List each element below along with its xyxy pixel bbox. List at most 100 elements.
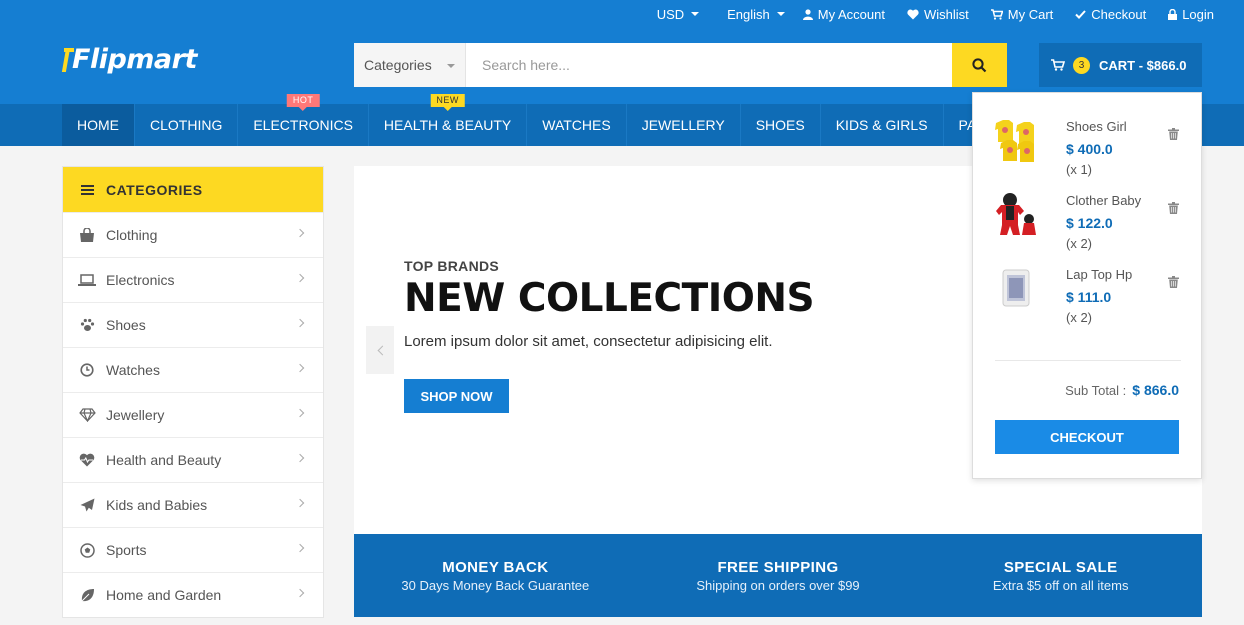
sidebar-item-clothing[interactable]: Clothing <box>63 212 323 257</box>
sidebar-item-kids-babies[interactable]: Kids and Babies <box>63 482 323 527</box>
trash-icon[interactable] <box>1168 275 1179 293</box>
hero-description: Lorem ipsum dolor sit amet, consectetur … <box>404 333 773 350</box>
checkout-button[interactable]: CHECKOUT <box>995 420 1179 454</box>
search-button[interactable] <box>952 43 1007 87</box>
nav-item-label: SHOES <box>755 117 805 133</box>
nav-item-electronics[interactable]: HOT ELECTRONICS <box>238 94 369 146</box>
cart-item-qty: (x 2) <box>1066 236 1092 251</box>
my-account-label: My Account <box>817 6 885 22</box>
cart-item-name[interactable]: Clother Baby <box>1066 193 1141 208</box>
cart-item-qty: (x 2) <box>1066 310 1092 325</box>
subtotal: Sub Total : $ 866.0 <box>1065 382 1179 398</box>
checkout-link[interactable]: Checkout <box>1075 7 1146 22</box>
sidebar-item-watches[interactable]: Watches <box>63 347 323 392</box>
cart-item-name[interactable]: Shoes Girl <box>1066 119 1127 134</box>
chevron-down-icon <box>447 64 455 68</box>
product-thumbnail-lap-top-hp[interactable] <box>993 265 1039 311</box>
sidebar-item-label: Health and Beauty <box>106 452 222 468</box>
language-select[interactable]: English <box>727 7 785 22</box>
product-thumbnail-shoes-girl[interactable] <box>993 117 1039 163</box>
logo-text: Flipmart <box>72 44 197 75</box>
cart-count-badge: 3 <box>1073 56 1090 74</box>
product-thumbnail-clother-baby[interactable] <box>993 191 1039 237</box>
shopping-bag-icon <box>77 227 97 243</box>
nav-item-clothing[interactable]: CLOTHING <box>135 104 239 146</box>
nav-item-health-beauty[interactable]: NEW HEALTH & BEAUTY <box>369 94 528 146</box>
wishlist-label: Wishlist <box>923 6 969 22</box>
search-bar: Categories <box>354 43 1007 87</box>
info-title: FREE SHIPPING <box>717 558 839 576</box>
chevron-right-icon <box>295 408 305 418</box>
cart-item-price: $ 400.0 <box>1066 141 1113 157</box>
cart-item: Clother Baby $ 122.0 (x 2) <box>973 189 1203 259</box>
chevron-right-icon <box>295 498 305 508</box>
sidebar-item-label: Shoes <box>106 317 146 333</box>
sidebar-item-home-garden[interactable]: Home and Garden <box>63 572 323 617</box>
chevron-down-icon <box>776 12 785 16</box>
sidebar-item-electronics[interactable]: Electronics <box>63 257 323 302</box>
cart-item-name[interactable]: Lap Top Hp <box>1066 267 1132 282</box>
chevron-right-icon <box>295 228 305 238</box>
sidebar-item-label: Watches <box>106 362 160 378</box>
chevron-right-icon <box>295 588 305 598</box>
hero-title: NEW COLLECTIONS <box>404 276 815 321</box>
lock-icon <box>1168 8 1178 20</box>
heart-icon <box>907 9 919 20</box>
my-cart-link[interactable]: My Cart <box>990 6 1054 22</box>
new-tag: NEW <box>430 94 465 111</box>
divider <box>995 360 1181 361</box>
leaf-icon <box>77 588 97 603</box>
subtotal-label: Sub Total : <box>1065 383 1127 398</box>
subtotal-value: $ 866.0 <box>1132 382 1179 398</box>
chevron-left-icon <box>377 345 387 355</box>
nav-item-watches[interactable]: WATCHES <box>527 104 627 146</box>
user-icon <box>802 8 813 20</box>
sidebar-item-jewellery[interactable]: Jewellery <box>63 392 323 437</box>
chevron-right-icon <box>295 363 305 373</box>
logo[interactable]: Flipmart <box>62 44 197 75</box>
shop-now-button[interactable]: SHOP NOW <box>404 379 509 413</box>
trash-icon[interactable] <box>1168 201 1179 219</box>
my-account-link[interactable]: My Account <box>802 6 885 22</box>
cart-button[interactable]: 3 CART - $866.0 <box>1039 43 1202 87</box>
sidebar-item-label: Kids and Babies <box>106 497 208 513</box>
laptop-icon <box>77 274 97 286</box>
nav-item-kids-girls[interactable]: KIDS & GIRLS <box>821 104 944 146</box>
sidebar-item-label: Electronics <box>106 272 175 288</box>
cart-item: Lap Top Hp $ 111.0 (x 2) <box>973 263 1203 333</box>
chevron-right-icon <box>295 273 305 283</box>
trash-icon[interactable] <box>1168 127 1179 145</box>
check-icon <box>1075 9 1087 19</box>
wishlist-link[interactable]: Wishlist <box>907 7 969 22</box>
sidebar-item-health-beauty[interactable]: Health and Beauty <box>63 437 323 482</box>
hot-tag: HOT <box>286 94 320 111</box>
sidebar-item-shoes[interactable]: Shoes <box>63 302 323 347</box>
nav-item-jewellery[interactable]: JEWELLERY <box>627 104 741 146</box>
currency-label: USD <box>656 6 685 22</box>
my-cart-label: My Cart <box>1007 6 1054 22</box>
nav-item-label: KIDS & GIRLS <box>835 117 928 133</box>
login-link[interactable]: Login <box>1168 7 1214 22</box>
paw-icon <box>77 318 97 332</box>
search-icon <box>972 57 987 72</box>
sidebar-item-sports[interactable]: Sports <box>63 527 323 572</box>
currency-select[interactable]: USD <box>656 6 700 22</box>
header: USD English My Account Wishlist My Cart <box>0 0 1244 104</box>
chevron-down-icon <box>691 12 700 16</box>
categories-header[interactable]: CATEGORIES <box>63 167 323 212</box>
language-label: English <box>727 6 770 22</box>
slider-prev-button[interactable] <box>366 326 394 374</box>
info-text: 30 Days Money Back Guarantee <box>401 577 590 593</box>
categories-title: CATEGORIES <box>106 181 203 198</box>
search-input[interactable] <box>466 43 952 87</box>
nav-item-shoes[interactable]: SHOES <box>741 104 821 146</box>
cart-item-qty: (x 1) <box>1066 162 1092 177</box>
nav-item-label: JEWELLERY <box>641 117 725 133</box>
heartbeat-icon <box>77 453 97 467</box>
logo-mark <box>62 46 74 74</box>
info-box-free-shipping: FREE SHIPPING Shipping on orders over $9… <box>637 534 920 617</box>
nav-item-home[interactable]: HOME <box>62 104 135 146</box>
sidebar-item-label: Home and Garden <box>106 587 222 603</box>
nav-item-label: CLOTHING <box>150 117 223 133</box>
search-category-select[interactable]: Categories <box>354 43 466 87</box>
